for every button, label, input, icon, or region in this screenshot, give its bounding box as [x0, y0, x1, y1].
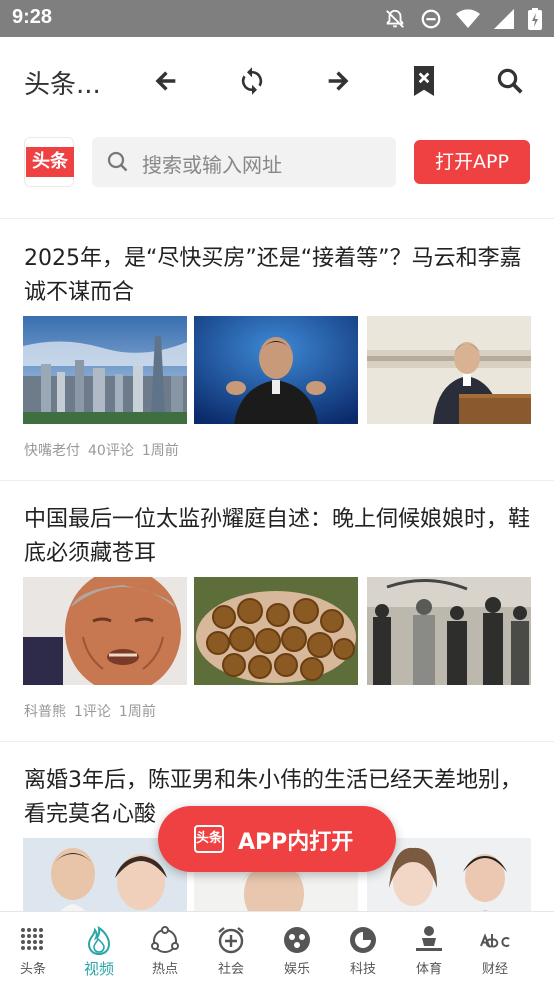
site-header: 头条 搜索或输入网址 打开APP: [0, 123, 554, 219]
open-app-button[interactable]: 打开APP: [414, 140, 530, 184]
bookmark-remove-icon: [414, 66, 434, 96]
wifi-icon: [456, 9, 480, 28]
article-meta: 科普熊 1评论 1周前: [24, 701, 156, 721]
nav-item-entertainment[interactable]: 娱乐: [264, 912, 330, 985]
forward-button[interactable]: [318, 61, 358, 101]
nav-label: 娱乐: [283, 962, 310, 977]
logo-text: 头条: [26, 147, 74, 177]
nav-item-finance[interactable]: 财经: [462, 912, 528, 985]
news-article[interactable]: 2025年，是“尽快买房”还是“接着等”？马云和李嘉诚不谋而合 快嘴老付 40评…: [0, 220, 554, 481]
status-time: 9:28: [12, 6, 53, 28]
nav-label: 体育: [415, 962, 442, 977]
nav-label: 财经: [481, 962, 508, 977]
article-comments: 40评论: [88, 443, 134, 459]
grid-dots-icon: [21, 928, 43, 950]
bottom-nav: 头条 视频 热点 社会 娱乐 科技 体育 财经: [0, 911, 554, 985]
arrow-right-icon: [328, 71, 349, 91]
do-not-disturb-icon: [421, 9, 441, 29]
speaker-photo: [194, 316, 358, 424]
burrs-photo: [194, 577, 358, 685]
nav-item-tech[interactable]: 科技: [330, 912, 396, 985]
nav-label: 热点: [151, 962, 178, 977]
browser-toolbar: 头条...: [0, 37, 554, 123]
nav-item-society[interactable]: 社会: [198, 912, 264, 985]
article-source[interactable]: 快嘴老付: [24, 440, 80, 460]
nav-label: 视频: [83, 960, 114, 978]
page-title: 头条...: [24, 70, 101, 100]
podium-photo: [367, 316, 531, 424]
float-label: APP内打开: [238, 830, 354, 855]
ball-icon: [284, 927, 310, 953]
article-title[interactable]: 中国最后一位太监孙耀庭自述：晚上伺候娘娘时，鞋底必须藏苍耳: [24, 503, 534, 571]
elderly-man-portrait: [23, 577, 187, 685]
status-icons: [384, 8, 542, 30]
status-bar: 9:28: [0, 0, 554, 37]
article-time: 1周前: [141, 443, 179, 459]
nav-item-hotspot[interactable]: 热点: [132, 912, 198, 985]
nav-item-headlines[interactable]: 头条: [0, 912, 66, 985]
signal-icon: [494, 9, 514, 29]
tech-circle-icon: [350, 927, 376, 953]
search-icon: [107, 151, 128, 172]
battery-charging-icon: [528, 8, 542, 30]
article-thumbnails: [23, 316, 533, 424]
arrow-left-icon: [155, 71, 176, 91]
nav-item-sports[interactable]: 体育: [396, 912, 462, 985]
abc-icon: [480, 933, 510, 948]
city-skyline-image: [23, 316, 187, 424]
search-button[interactable]: [490, 61, 530, 101]
flame-icon: [87, 925, 111, 956]
news-article[interactable]: 中国最后一位太监孙耀庭自述：晚上伺候娘娘时，鞋底必须藏苍耳 科普熊 1评论 1周…: [0, 481, 554, 742]
search-placeholder: 搜索或输入网址: [142, 153, 282, 177]
article-title[interactable]: 2025年，是“尽快买房”还是“接着等”？马云和李嘉诚不谋而合: [24, 242, 534, 310]
search-input[interactable]: 搜索或输入网址: [92, 137, 396, 187]
article-meta: 快嘴老付 40评论 1周前: [24, 440, 179, 460]
back-button[interactable]: [146, 61, 186, 101]
nav-label: 头条: [19, 962, 46, 977]
notifications-off-icon: [386, 9, 404, 28]
athlete-icon: [416, 926, 442, 951]
historical-photo: [367, 577, 531, 685]
alarm-plus-icon: [218, 927, 244, 954]
article-thumbnails: [23, 577, 533, 685]
hotspot-circle-icon: [151, 926, 179, 953]
article-comments: 1评论: [74, 704, 111, 720]
article-source[interactable]: 科普熊: [24, 701, 66, 721]
nav-label: 社会: [217, 962, 244, 977]
nav-item-video[interactable]: 视频: [66, 912, 132, 985]
article-time: 1周前: [118, 704, 156, 720]
float-logo: 头条: [194, 825, 224, 853]
bookmark-button[interactable]: [404, 61, 444, 101]
search-icon: [497, 68, 523, 94]
open-in-app-button[interactable]: 头条 APP内打开: [158, 806, 396, 872]
refresh-icon: [241, 67, 263, 95]
nav-label: 科技: [349, 962, 376, 977]
toutiao-logo[interactable]: 头条: [24, 137, 74, 187]
reload-button[interactable]: [232, 61, 272, 101]
